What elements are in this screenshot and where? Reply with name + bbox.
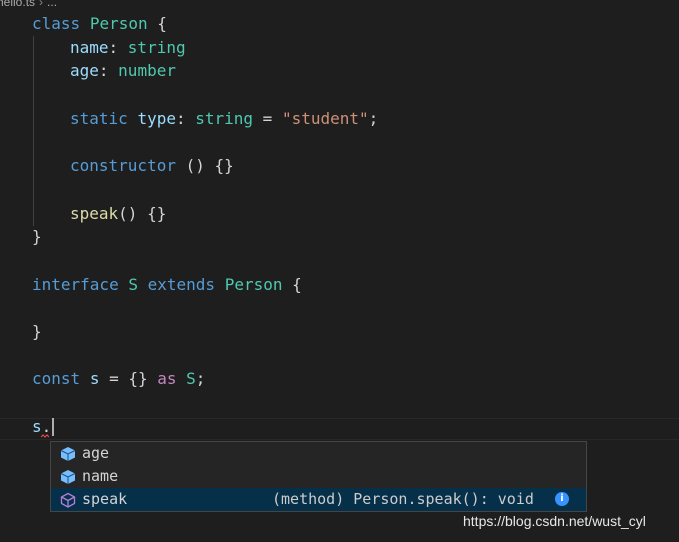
code-line-2: name: string [70,37,186,57]
method-icon [60,492,76,508]
suggest-item-age[interactable]: age [51,442,586,465]
code-line-1: class Person { [32,14,167,33]
code-line-5: static type: string = "student"; [70,108,379,128]
suggest-widget[interactable]: age name speak (method) Person.speak(): … [50,441,587,512]
suggest-label: speak [82,490,128,508]
text-cursor [52,418,55,437]
code-line-12: interface S extends Person { [32,274,302,294]
code-line-18[interactable]: s. [0,415,679,439]
chevron-right-icon: › [39,0,44,9]
field-icon [60,447,76,461]
breadcrumb-file[interactable]: hello.ts [0,0,35,9]
code-editor[interactable]: class Person { name: string age: number … [0,12,679,438]
code-line-9: speak() {} [70,203,167,223]
field-icon [60,470,76,484]
code-line-7: constructor () {} [70,156,234,176]
suggest-item-speak[interactable]: speak (method) Person.speak(): void i [51,488,586,511]
suggest-detail: (method) Person.speak(): void [272,490,534,508]
error-squiggle [41,434,49,438]
breadcrumb-more[interactable]: ... [47,0,57,9]
code-line-3: age: number [70,61,176,81]
watermark: https://blog.csdn.net/wust_cyl [463,513,646,529]
code-line-10: } [32,227,42,247]
suggest-item-name[interactable]: name [51,465,586,488]
code-line-16: const s = {} as S; [32,369,206,389]
breadcrumb: hello.ts ›... [0,0,679,10]
info-icon[interactable]: i [555,492,569,506]
suggest-label: name [82,467,119,485]
code-line-14: } [32,321,42,341]
suggest-label: age [82,444,110,462]
